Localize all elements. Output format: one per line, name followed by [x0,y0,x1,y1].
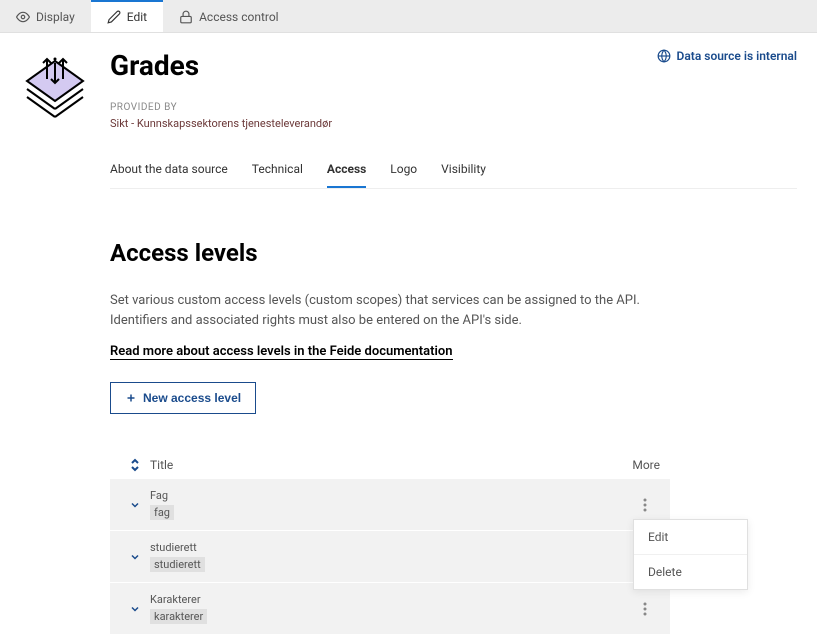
section-description: Set various custom access levels (custom… [110,291,670,330]
badge-label: Data source is internal [677,49,797,63]
row-code: karakterer [150,609,207,624]
menu-item-edit[interactable]: Edit [634,520,747,555]
tab-technical[interactable]: Technical [252,154,303,188]
logo-column [0,43,110,634]
row-content: studierett studierett [150,541,630,572]
tab-label: Display [36,10,75,24]
row-title: studierett [150,541,630,554]
table-header: Title More [110,452,670,478]
section-title: Access levels [110,239,797,267]
tab-visibility[interactable]: Visibility [441,154,486,188]
tab-access[interactable]: Access [327,154,366,188]
new-button-label: New access level [143,391,241,405]
tab-label: Edit [127,10,147,24]
sort-icon [129,458,141,472]
page-title: Grades [110,49,199,82]
chevron-down-icon [129,551,141,563]
access-levels-section: Access levels Set various custom access … [110,189,797,634]
tab-about[interactable]: About the data source [110,154,228,188]
chevron-down-icon [129,603,141,615]
new-access-level-button[interactable]: New access level [110,382,256,414]
table-row: Karakterer karakterer [110,582,670,634]
row-code: studierett [150,557,205,572]
tab-edit[interactable]: Edit [91,0,163,32]
tab-display[interactable]: Display [0,0,91,32]
top-tabs: Display Edit Access control [0,0,817,33]
secondary-tabs: About the data source Technical Access L… [110,154,797,189]
chevron-down-icon [129,499,141,511]
row-actions-button[interactable] [630,602,660,616]
row-content: Fag fag [150,489,630,520]
read-more-link[interactable]: Read more about access levels in the Fei… [110,344,453,360]
row-code: fag [150,505,174,520]
expand-toggle[interactable] [120,499,150,511]
content-column: Grades Data source is internal PROVIDED … [110,43,817,634]
sort-control[interactable] [120,458,150,472]
eye-icon [16,10,30,24]
tab-logo[interactable]: Logo [390,154,417,188]
expand-toggle[interactable] [120,551,150,563]
tab-label: Access control [199,10,279,24]
table-row: Fag fag [110,478,670,530]
row-actions-menu: Edit Delete [633,519,748,590]
internal-badge[interactable]: Data source is internal [657,49,797,63]
access-levels-table: Title More Fag fag [110,452,670,634]
table-row: studierett studierett Edit Delete [110,530,670,582]
lock-icon [179,10,193,24]
row-actions-button[interactable] [630,498,660,512]
main-content: Grades Data source is internal PROVIDED … [0,33,817,634]
kebab-icon [643,602,647,616]
menu-item-delete[interactable]: Delete [634,555,747,589]
row-title: Karakterer [150,593,630,606]
kebab-icon [643,498,647,512]
globe-icon [657,49,671,63]
expand-toggle[interactable] [120,603,150,615]
datasource-logo [19,53,91,125]
row-content: Karakterer karakterer [150,593,630,624]
tab-access-control[interactable]: Access control [163,0,295,32]
column-more: More [610,458,660,472]
plus-icon [125,392,137,404]
provider-link[interactable]: Sikt - Kunnskapssektorens tjenestelevera… [110,117,797,130]
row-title: Fag [150,489,630,502]
column-title: Title [150,458,610,472]
pencil-icon [107,10,121,24]
provided-by-label: PROVIDED BY [110,102,797,113]
